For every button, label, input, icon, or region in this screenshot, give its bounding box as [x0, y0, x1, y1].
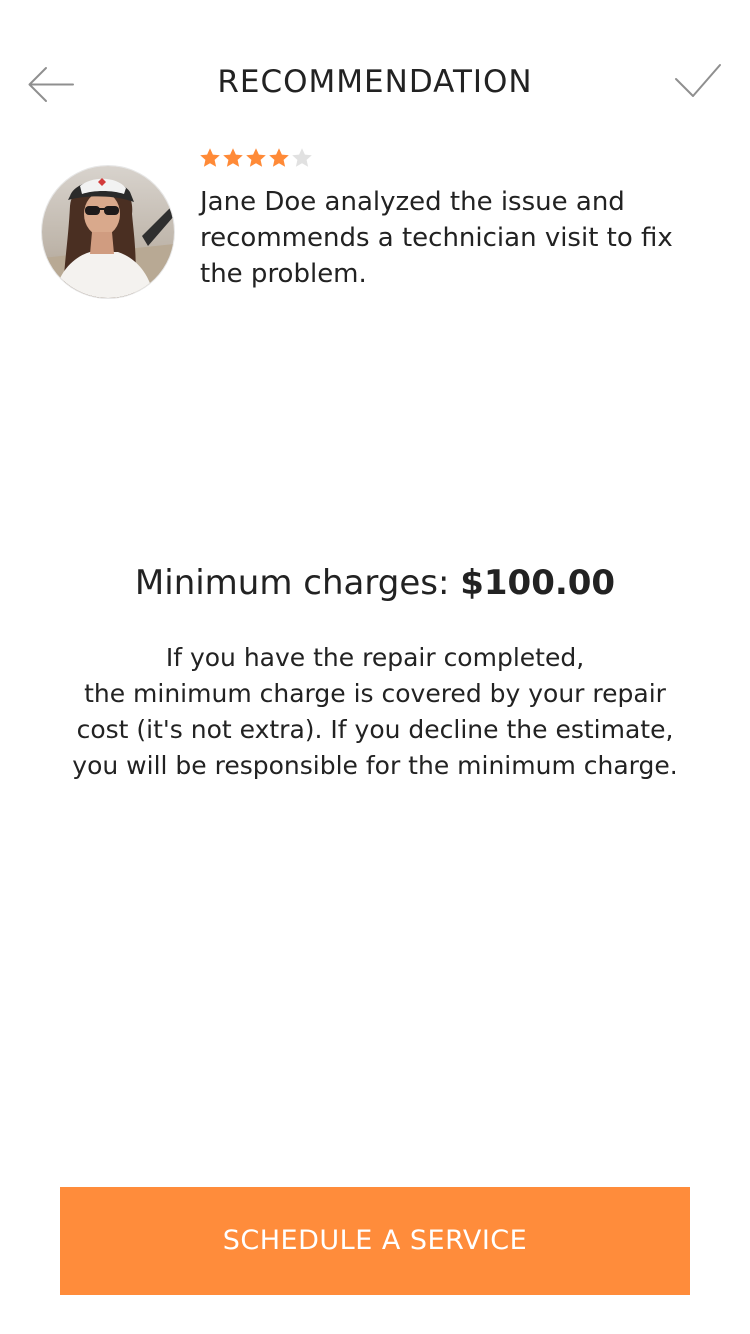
rating-stars [199, 147, 313, 171]
minimum-charges-label: Minimum charges: [134, 563, 450, 603]
profile-photo [42, 166, 174, 298]
star-filled-icon [246, 148, 266, 167]
star-filled-icon [269, 148, 289, 167]
charges-note-line: the minimum charge is covered by your re… [84, 679, 666, 708]
charges-note: If you have the repair completed, the mi… [60, 640, 690, 784]
charges-note-line: If you have the repair completed, [165, 643, 585, 672]
avatar [42, 166, 174, 298]
schedule-service-button[interactable]: SCHEDULE A SERVICE [60, 1187, 690, 1295]
charges-note-line: you will be responsible for the minimum … [72, 751, 678, 780]
star-empty-icon [292, 148, 312, 167]
recommendation-message: Jane Doe analyzed the issue and recommen… [200, 187, 673, 289]
minimum-charges: Minimum charges: $100.00 [0, 560, 750, 606]
confirm-button[interactable] [672, 60, 724, 104]
star-filled-icon [200, 148, 220, 167]
star-filled-icon [223, 148, 243, 167]
page-title: RECOMMENDATION [217, 64, 533, 100]
checkmark-icon [675, 64, 721, 97]
charges-note-line: cost (it's not extra). If you decline th… [76, 715, 674, 744]
minimum-charges-amount: $100.00 [460, 563, 616, 603]
